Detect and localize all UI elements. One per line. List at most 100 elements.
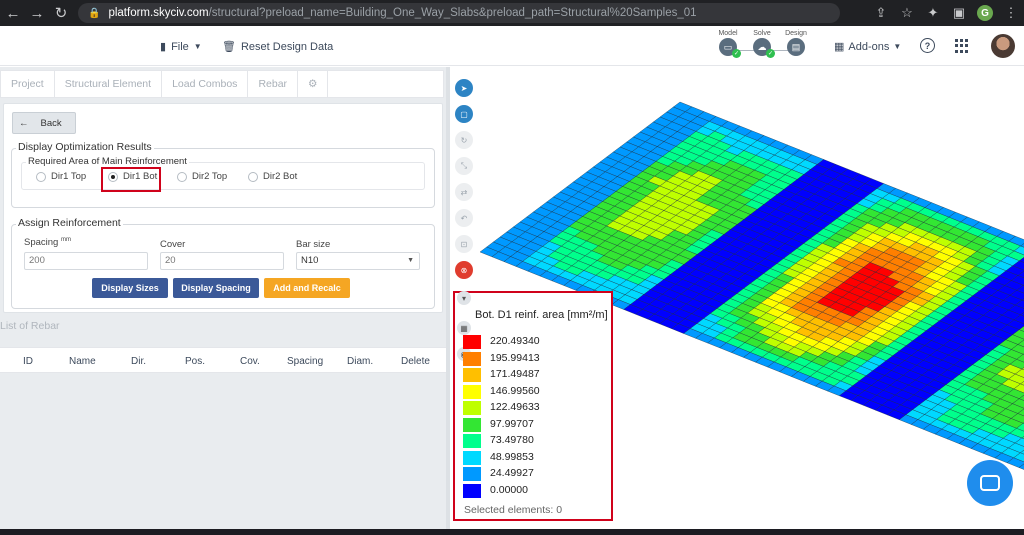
arrow-left-icon: ← (19, 117, 29, 129)
stage-model[interactable]: Model ▭ ✓ (714, 30, 742, 58)
column-header: ID (23, 356, 33, 367)
display-spacing-button[interactable]: Display Spacing (173, 278, 259, 298)
check-icon: ✓ (766, 49, 775, 58)
avatar[interactable] (991, 34, 1015, 58)
radio-circle (248, 171, 258, 182)
stage-label: Design (785, 30, 807, 37)
tab-rebar[interactable]: Rebar (248, 71, 299, 97)
chevron-down-icon: ▼ (407, 257, 414, 264)
apps-grid-icon[interactable] (955, 39, 969, 53)
stage-label: Model (718, 30, 738, 37)
extensions-icon[interactable]: ✦ (920, 0, 946, 26)
file-icon: ▮ (160, 41, 167, 53)
left-panel: Project Structural Element Load Combos R… (0, 67, 446, 535)
solve-icon: ☁ ✓ (753, 38, 775, 58)
help-icon[interactable]: ? (920, 38, 935, 53)
model-viewport[interactable]: ➤ ▢ ↻ ⤡ ⇄ ↶ ⊡ ⊗ ▾ ▦ ◉ Bot. D1 reinf. are… (450, 67, 1024, 529)
legend-swatch (463, 434, 481, 448)
file-label: File (171, 40, 189, 53)
legend-swatch (463, 368, 481, 382)
back-label: Back (40, 117, 62, 129)
required-area-label: Required Area of Main Reinforcement (26, 156, 189, 167)
column-header: Diam. (347, 356, 374, 367)
select-tool-icon[interactable]: ➤ (455, 79, 473, 97)
legend-swatch (463, 483, 481, 498)
chevron-down-icon: ▼ (193, 42, 202, 51)
barsize-value: N10 (301, 255, 319, 266)
legend-value: 48.99853 (490, 450, 534, 463)
legend-swatch (463, 384, 481, 399)
rotate-icon[interactable]: ↻ (455, 131, 473, 149)
legend-swatch (463, 467, 481, 481)
spacing-input[interactable]: 200 (24, 252, 148, 270)
address-bar[interactable]: 🔒 platform.skyciv.com/structural?preload… (78, 3, 840, 23)
trash-icon: 🗑 (222, 41, 236, 53)
radio-label: Dir2 Bot (263, 171, 298, 182)
column-header: Cov. (240, 356, 260, 367)
display-section-title: Display Optimization Results (16, 141, 154, 153)
barsize-label: Bar size (296, 239, 331, 250)
legend-value: 146.99560 (490, 384, 540, 397)
legend-swatch (463, 335, 481, 349)
results-card: ← Back Display Optimization Results Requ… (3, 103, 443, 313)
barsize-select[interactable]: N10 ▼ (296, 252, 420, 270)
share-icon[interactable]: ⇪ (868, 0, 894, 26)
stage-design[interactable]: Design ▤ (782, 30, 810, 56)
tab-project[interactable]: Project (1, 71, 55, 97)
design-icon: ▤ (787, 38, 805, 56)
grid-toggle-icon[interactable]: ▦ (457, 321, 471, 335)
swap-icon[interactable]: ⇄ (455, 183, 473, 201)
stop-icon[interactable]: ⊗ (455, 261, 473, 279)
menu-dots-icon[interactable]: ⋮ (998, 0, 1024, 26)
legend-value: 73.49780 (490, 434, 534, 446)
display-sizes-button[interactable]: Display Sizes (92, 278, 168, 298)
grid-small-icon: ▦ (834, 41, 845, 53)
legend-value: 220.49340 (490, 335, 540, 347)
url-path: /structural?preload_name=Building_One_Wa… (208, 7, 697, 19)
collapse-icon[interactable]: ▾ (457, 291, 471, 305)
highlight-box (101, 167, 161, 192)
back-arrow-icon[interactable]: ← (2, 2, 24, 24)
tab-load-combos[interactable]: Load Combos (162, 71, 249, 97)
legend-value: 24.49927 (490, 467, 534, 479)
legend-title: Bot. D1 reinf. area [mm²/m] (475, 309, 608, 321)
tab-structural-element[interactable]: Structural Element (55, 71, 163, 97)
file-menu[interactable]: ▮ File ▼ (160, 40, 202, 54)
add-and-recalc-button[interactable]: Add and Recalc (264, 278, 350, 298)
profile-icon[interactable]: G (972, 0, 998, 26)
radio-label: Dir2 Top (192, 171, 228, 182)
rebar-table-header: ID Name Dir. Pos. Cov. Spacing Diam. Del… (0, 347, 446, 373)
model-icon: ▭ ✓ (719, 38, 741, 58)
radio-circle (177, 171, 187, 182)
undo-icon[interactable]: ↶ (455, 209, 473, 227)
box-select-icon[interactable]: ▢ (455, 105, 473, 123)
reset-design-button[interactable]: 🗑 Reset Design Data (222, 40, 333, 54)
radio-dir2-bot[interactable]: Dir2 Bot (248, 171, 297, 182)
forward-arrow-icon[interactable]: → (26, 2, 48, 24)
star-icon[interactable]: ☆ (894, 0, 920, 26)
stage-solve[interactable]: Solve ☁ ✓ (748, 30, 776, 58)
legend-swatch (463, 417, 481, 432)
back-button[interactable]: ← Back (12, 112, 76, 134)
cover-label: Cover (160, 239, 186, 250)
chevron-down-icon: ▼ (893, 42, 902, 51)
legend-value: 195.99413 (490, 351, 540, 364)
legend-value: 0.00000 (490, 483, 528, 496)
addons-menu[interactable]: ▦ Add-ons ▼ (834, 40, 902, 54)
tab-settings[interactable]: ⚙ (298, 71, 329, 97)
fit-view-icon[interactable]: ⊡ (455, 235, 473, 253)
browser-toolbar: ← → ↻ 🔒 platform.skyciv.com/structural?p… (0, 0, 1024, 26)
chat-button[interactable] (967, 460, 1013, 506)
legend-value: 122.49633 (490, 401, 540, 413)
cover-input[interactable]: 20 (160, 252, 284, 270)
radio-dir1-top[interactable]: Dir1 Top (36, 171, 86, 182)
lock-icon: 🔒 (88, 7, 101, 19)
spacing-label: Spacing mm (24, 237, 71, 249)
zoom-box-icon[interactable]: ⤡ (455, 157, 473, 175)
column-header: Spacing (287, 356, 324, 367)
radio-dir2-top[interactable]: Dir2 Top (177, 171, 227, 182)
chat-icon (980, 475, 1000, 491)
column-header: Name (69, 356, 96, 367)
reload-icon[interactable]: ↻ (50, 2, 72, 24)
sidepanel-icon[interactable]: ▣ (946, 0, 972, 26)
